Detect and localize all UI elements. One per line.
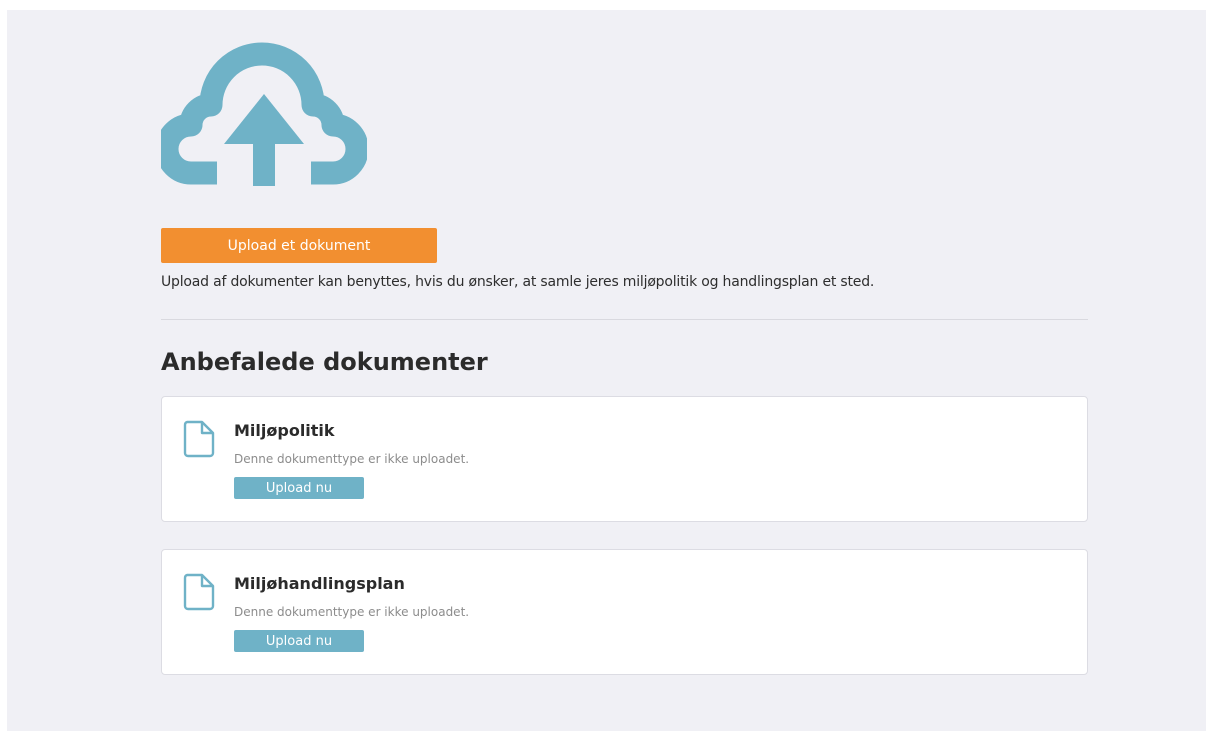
document-status: Denne dokumenttype er ikke uploadet. <box>234 605 470 619</box>
upload-now-button[interactable]: Upload nu <box>234 630 364 652</box>
upload-document-button[interactable]: Upload et dokument <box>161 228 437 263</box>
upload-description: Upload af dokumenter kan benyttes, hvis … <box>161 274 875 290</box>
document-title: Miljøpolitik <box>234 421 335 440</box>
document-icon <box>183 573 215 611</box>
document-card-miljohandlingsplan: Miljøhandlingsplan Denne dokumenttype er… <box>161 549 1088 675</box>
document-card-miljopolitik: Miljøpolitik Denne dokumenttype er ikke … <box>161 396 1088 522</box>
recommended-documents-title: Anbefalede dokumenter <box>161 348 488 376</box>
document-status: Denne dokumenttype er ikke uploadet. <box>234 452 470 466</box>
document-title: Miljøhandlingsplan <box>234 574 405 593</box>
upload-now-button[interactable]: Upload nu <box>234 477 364 499</box>
divider <box>161 319 1088 320</box>
document-icon <box>183 420 215 458</box>
cloud-upload-icon <box>161 42 367 186</box>
main-panel: Upload et dokument Upload af dokumenter … <box>7 10 1206 731</box>
